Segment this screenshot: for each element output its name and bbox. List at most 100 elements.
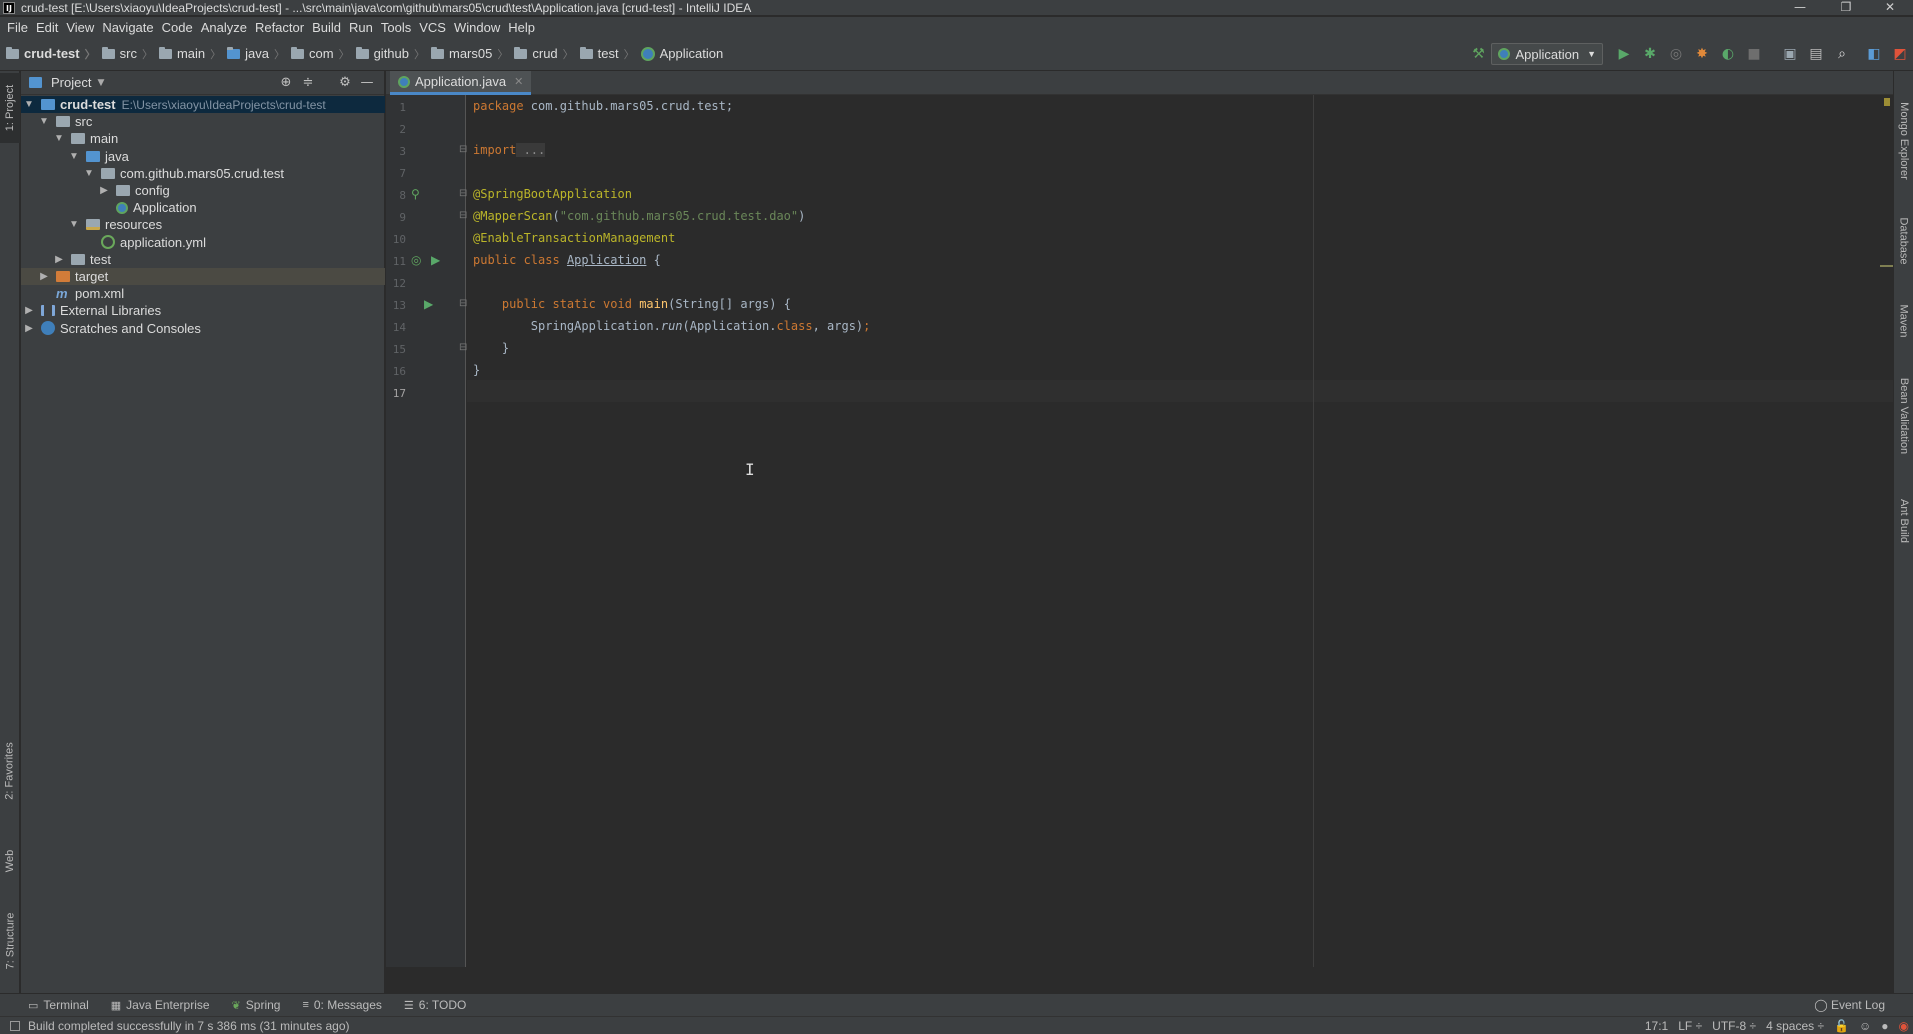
hector-icon[interactable]: ☺ xyxy=(1859,1019,1871,1033)
tab-bean-validation[interactable]: Bean Validation xyxy=(1894,361,1913,471)
project-structure-icon[interactable]: ▣ xyxy=(1779,43,1801,65)
coverage-icon[interactable]: ◎ xyxy=(1665,43,1687,65)
breadcrumb-src[interactable]: src 〉 xyxy=(101,46,159,62)
tab-structure[interactable]: 7: Structure xyxy=(0,901,20,981)
tab-mongo-explorer[interactable]: Mongo Explorer xyxy=(1894,91,1913,191)
tree-item-crud-test[interactable]: ▼ crud-test E:\Users\xiaoyu\IdeaProjects\c… xyxy=(21,96,385,114)
tree-item-main[interactable]: ▼ main xyxy=(21,130,385,147)
search-icon[interactable]: ⌕ xyxy=(1831,43,1853,65)
run-icon[interactable]: ▶ xyxy=(1613,43,1635,65)
tree-item-src[interactable]: ▼ src xyxy=(21,113,385,130)
tab-terminal[interactable]: ▭ Terminal xyxy=(28,998,89,1012)
expanded-arrow-icon[interactable]: ▼ xyxy=(83,168,95,179)
translate-icon[interactable]: ◧ xyxy=(1863,43,1885,65)
menu-vcs[interactable]: VCS xyxy=(415,20,450,35)
tab-todo[interactable]: ☰ 6: TODO xyxy=(404,998,466,1012)
collapsed-arrow-icon[interactable]: ▶ xyxy=(53,254,65,265)
lock-icon[interactable]: 🔓 xyxy=(1834,1019,1849,1033)
tree-item-config[interactable]: ▶ config xyxy=(21,182,385,199)
tree-item-external-libraries[interactable]: ▶ External Libraries xyxy=(21,302,385,319)
tree-item-resources[interactable]: ▼ resources xyxy=(21,216,385,233)
project-view-select[interactable]: Project xyxy=(51,75,91,90)
close-tab-icon[interactable]: ✕ xyxy=(514,75,523,88)
breadcrumb-crud-test[interactable]: crud-test 〉 xyxy=(6,46,102,62)
encoding-select[interactable]: UTF-8 ÷ xyxy=(1712,1019,1756,1033)
tab-favorites[interactable]: 2: Favorites xyxy=(0,731,20,811)
expanded-arrow-icon[interactable]: ▼ xyxy=(68,219,80,230)
debug-icon[interactable]: ✱ xyxy=(1639,43,1661,65)
menu-build[interactable]: Build xyxy=(308,20,345,35)
menu-file[interactable]: File xyxy=(3,20,32,35)
breadcrumb-application[interactable]: Application xyxy=(640,46,723,61)
expanded-arrow-icon[interactable]: ▼ xyxy=(23,99,35,110)
breadcrumb-com[interactable]: com 〉 xyxy=(291,46,356,62)
spring-boot-icon[interactable]: ◎ xyxy=(411,253,421,267)
menu-run[interactable]: Run xyxy=(345,20,377,35)
locate-file-icon[interactable]: ⊕ xyxy=(278,75,294,91)
collapsed-arrow-icon[interactable]: ▶ xyxy=(38,271,50,282)
breadcrumb-crud[interactable]: crud 〉 xyxy=(514,46,579,62)
chevron-down-icon[interactable]: ▼ xyxy=(97,78,104,88)
run-main-icon[interactable]: ▶ xyxy=(424,297,433,311)
breadcrumb-mars05[interactable]: mars05 〉 xyxy=(431,46,514,62)
collapsed-arrow-icon[interactable]: ▶ xyxy=(98,185,110,196)
event-log-button[interactable]: ◯ Event Log xyxy=(1814,998,1885,1012)
plugin-icon[interactable]: ◩ xyxy=(1889,43,1911,65)
tree-item-java[interactable]: ▼ java xyxy=(21,148,385,165)
inspection-status-icon[interactable] xyxy=(1884,98,1890,106)
layout-icon[interactable]: ▤ xyxy=(1805,43,1827,65)
tab-ant-build[interactable]: Ant Build xyxy=(1894,481,1913,561)
minimize-button[interactable]: — xyxy=(1777,0,1823,16)
notifications-icon[interactable]: ● xyxy=(1881,1019,1888,1033)
tree-item-scratches-and-consoles[interactable]: ▶ Scratches and Consoles xyxy=(21,320,385,337)
tab-spring[interactable]: ❦ Spring xyxy=(232,998,281,1012)
menu-help[interactable]: Help xyxy=(504,20,539,35)
collapsed-arrow-icon[interactable]: ▶ xyxy=(23,323,35,334)
tree-item-application[interactable]: Application xyxy=(21,199,385,216)
expanded-arrow-icon[interactable]: ▼ xyxy=(38,116,50,127)
indent-select[interactable]: 4 spaces ÷ xyxy=(1766,1019,1824,1033)
collapse-all-icon[interactable]: ≑ xyxy=(300,75,316,91)
tab-project[interactable]: 1: Project xyxy=(0,73,20,143)
tree-item-application-yml[interactable]: application.yml xyxy=(21,234,385,251)
run-class-icon[interactable]: ▶ xyxy=(431,253,440,267)
expanded-arrow-icon[interactable]: ▼ xyxy=(53,133,65,144)
spring-bean-icon[interactable]: ⚲ xyxy=(411,187,420,201)
tree-item-pom-xml[interactable]: m pom.xml xyxy=(21,285,385,302)
tab-web[interactable]: Web xyxy=(0,836,20,886)
tree-item-test[interactable]: ▶ test xyxy=(21,251,385,268)
stop-icon[interactable]: ■ xyxy=(1743,43,1765,65)
gear-icon[interactable]: ⚙ xyxy=(337,75,353,91)
tab-database[interactable]: Database xyxy=(1894,201,1913,281)
tab-maven[interactable]: Maven xyxy=(1894,291,1913,351)
error-stripe-mark[interactable] xyxy=(1880,265,1893,267)
tab-messages[interactable]: ≡ 0: Messages xyxy=(302,998,381,1012)
tab-application-java[interactable]: Application.java ✕ xyxy=(390,71,532,95)
restore-button[interactable]: ❐ xyxy=(1823,0,1869,16)
breadcrumb-java[interactable]: java 〉 xyxy=(227,46,291,62)
breadcrumb-github[interactable]: github 〉 xyxy=(355,46,431,62)
menu-navigate[interactable]: Navigate xyxy=(98,20,157,35)
menu-code[interactable]: Code xyxy=(158,20,197,35)
menu-tools[interactable]: Tools xyxy=(377,20,415,35)
menu-edit[interactable]: Edit xyxy=(32,20,62,35)
menu-window[interactable]: Window xyxy=(450,20,504,35)
tab-java-enterprise[interactable]: ▦ Java Enterprise xyxy=(111,998,210,1012)
code-editor[interactable]: package com.github.mars05.crud.test; imp… xyxy=(467,95,1893,967)
menu-analyze[interactable]: Analyze xyxy=(197,20,251,35)
menu-refactor[interactable]: Refactor xyxy=(251,20,308,35)
line-separator-select[interactable]: LF ÷ xyxy=(1678,1019,1702,1033)
run-configuration-select[interactable]: Application ▼ xyxy=(1491,43,1603,65)
collapsed-arrow-icon[interactable]: ▶ xyxy=(23,305,35,316)
tree-item-com-github-mars05-crud-test[interactable]: ▼ com.github.mars05.crud.test xyxy=(21,165,385,182)
close-button[interactable]: ✕ xyxy=(1867,0,1913,16)
breadcrumb-main[interactable]: main 〉 xyxy=(158,46,227,62)
caret-position[interactable]: 17:1 xyxy=(1645,1019,1668,1033)
tree-item-target[interactable]: ▶ target xyxy=(21,268,385,286)
tool-windows-toggle-icon[interactable] xyxy=(10,1020,20,1031)
build-hammer-icon[interactable]: ⚒ xyxy=(1467,43,1489,65)
hide-panel-icon[interactable]: — xyxy=(359,75,375,91)
menu-view[interactable]: View xyxy=(62,20,98,35)
expanded-arrow-icon[interactable]: ▼ xyxy=(68,151,80,162)
plugin-status-icon[interactable]: ◉ xyxy=(1899,1019,1909,1033)
